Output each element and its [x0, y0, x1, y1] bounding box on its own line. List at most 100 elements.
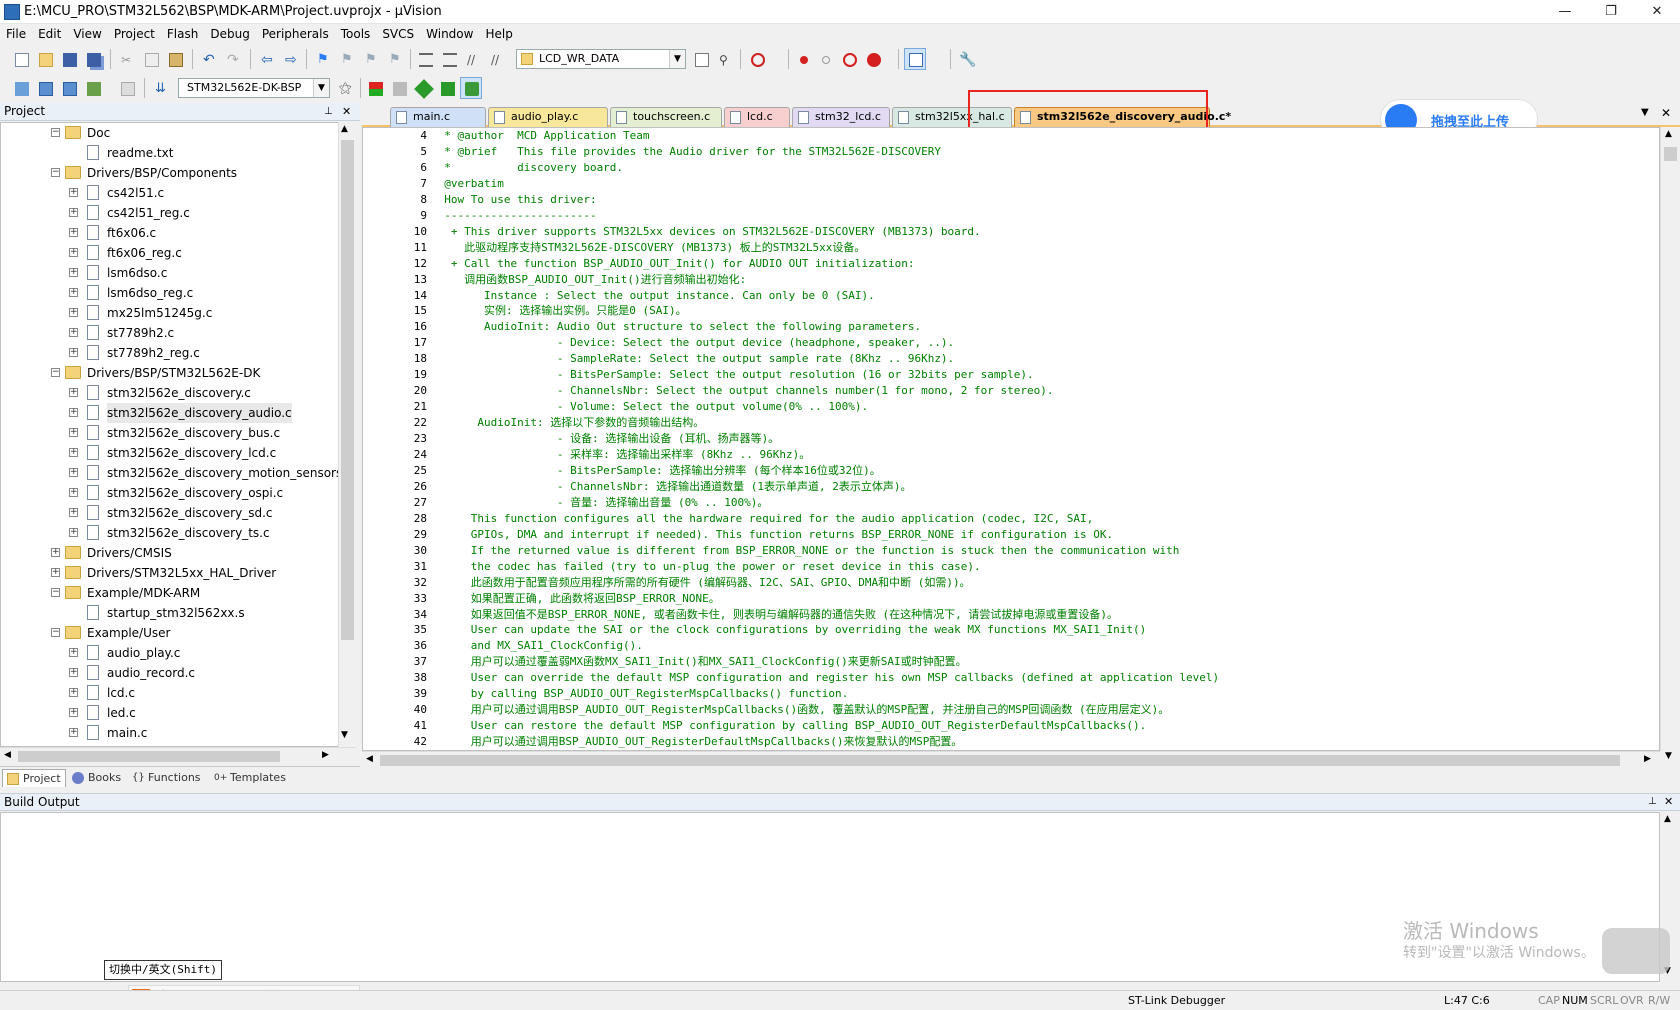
code-line[interactable]: - ChannelsNbr: 选择输出通道数量 (1表示单声道, 2表示立体声)… — [431, 479, 912, 495]
expand-plus-icon[interactable]: + — [69, 248, 78, 257]
collapse-minus-icon[interactable]: − — [51, 628, 60, 637]
close-panel-icon[interactable]: ✕ — [342, 103, 351, 120]
code-line[interactable]: AudioInit: Audio Out structure to select… — [431, 319, 921, 335]
disable-breakpoint-button[interactable] — [814, 48, 836, 70]
tree-folder[interactable]: + Drivers/CMSIS — [1, 543, 337, 563]
manage-rte-button[interactable] — [412, 77, 434, 99]
expand-plus-icon[interactable]: + — [69, 208, 78, 217]
tab-list-dropdown-icon[interactable]: ▼ — [1641, 107, 1649, 118]
tree-file[interactable]: + st7789h2.c — [1, 323, 337, 343]
menu-debug[interactable]: Debug — [204, 24, 255, 44]
code-line[interactable]: the codec has failed (try to un-plug the… — [431, 559, 981, 575]
menu-peripherals[interactable]: Peripherals — [256, 24, 335, 44]
pack-installer-button[interactable] — [436, 77, 458, 99]
expand-plus-icon[interactable]: + — [69, 668, 78, 677]
expand-plus-icon[interactable]: + — [69, 308, 78, 317]
code-line[interactable]: ----------------------- — [431, 208, 596, 224]
tree-file[interactable]: + stm32l562e_discovery_sd.c — [1, 503, 337, 523]
unindent-button[interactable] — [438, 48, 460, 70]
expand-plus-icon[interactable]: + — [69, 348, 78, 357]
editor-tab[interactable]: touchscreen.c — [610, 107, 722, 127]
tree-file[interactable]: + stm32l562e_discovery.c — [1, 383, 337, 403]
editor-horizontal-scrollbar[interactable]: ◀ ▶ — [362, 751, 1660, 769]
editor-tab[interactable]: lcd.c — [724, 107, 790, 127]
expand-plus-icon[interactable]: + — [69, 328, 78, 337]
scroll-up-arrow-icon[interactable]: ▲ — [1664, 814, 1671, 824]
insert-breakpoint-button[interactable] — [792, 48, 814, 70]
find-in-files-button[interactable] — [690, 48, 712, 70]
scroll-down-arrow-icon[interactable]: ▼ — [1665, 751, 1672, 761]
tree-folder[interactable]: + Drivers/STM32L5xx_HAL_Driver — [1, 563, 337, 583]
code-line[interactable]: + Call the function BSP_AUDIO_OUT_Init()… — [431, 256, 915, 272]
configure-button[interactable]: 🔧 — [954, 48, 976, 70]
tree-file[interactable]: + ft6x06.c — [1, 223, 337, 243]
tree-file[interactable]: + stm32l562e_discovery_lcd.c — [1, 443, 337, 463]
scroll-thumb[interactable] — [380, 755, 1620, 766]
code-line[interactable]: by calling BSP_AUDIO_OUT_RegisterMspCall… — [431, 686, 849, 702]
code-line[interactable]: - Device: Select the output device (head… — [431, 335, 954, 351]
close-button[interactable]: ✕ — [1634, 0, 1680, 24]
expand-plus-icon[interactable]: + — [69, 388, 78, 397]
code-line[interactable]: How To use this driver: — [431, 192, 596, 208]
tree-file[interactable]: + lcd.c — [1, 683, 337, 703]
tree-file[interactable]: + main.c — [1, 723, 337, 743]
previous-bookmark-button[interactable]: ⚑ — [336, 48, 358, 70]
tree-file[interactable]: + st7789h2_reg.c — [1, 343, 337, 363]
expand-plus-icon[interactable]: + — [51, 568, 60, 577]
expand-plus-icon[interactable]: + — [69, 688, 78, 697]
collapse-minus-icon[interactable]: − — [51, 368, 60, 377]
tab-project[interactable]: Project — [2, 769, 66, 787]
expand-plus-icon[interactable]: + — [69, 408, 78, 417]
paste-button[interactable] — [164, 48, 186, 70]
disable-all-breakpoints-button[interactable] — [838, 48, 860, 70]
code-line[interactable]: - BitsPerSample: 选择输出分辨率 (每个样本16位或32位)。 — [431, 463, 881, 479]
collapse-minus-icon[interactable]: − — [51, 588, 60, 597]
chevron-down-icon[interactable]: ▼ — [313, 79, 329, 97]
code-line[interactable]: 调用函数BSP_AUDIO_OUT_Init()进行音频输出初始化: — [431, 272, 746, 288]
tree-file[interactable]: + led.c — [1, 703, 337, 723]
code-line[interactable]: This function configures all the hardwar… — [431, 511, 1094, 527]
rebuild-button[interactable] — [58, 77, 80, 99]
scroll-up-arrow-icon[interactable]: ▲ — [1665, 129, 1672, 139]
tab-templates[interactable]: 0+ Templates — [210, 769, 292, 787]
tree-file[interactable]: + stm32l562e_discovery_motion_sensors.c — [1, 463, 341, 483]
tab-books[interactable]: Books — [68, 769, 126, 787]
tree-folder[interactable]: − Drivers/BSP/STM32L562E-DK — [1, 363, 337, 383]
code-line[interactable]: - ChannelsNbr: Select the output channel… — [431, 383, 1054, 399]
code-line[interactable]: GPIOs, DMA and interrupt if needed). Thi… — [431, 527, 1113, 543]
scroll-right-arrow-icon[interactable]: ▶ — [1644, 754, 1651, 764]
tree-file[interactable]: readme.txt — [1, 143, 337, 163]
tree-folder[interactable]: − Example/MDK-ARM — [1, 583, 337, 603]
tree-file[interactable]: + cs42l51_reg.c — [1, 203, 337, 223]
code-line[interactable]: + This driver supports STM32L5xx devices… — [431, 224, 981, 240]
editor-vertical-scrollbar[interactable]: ▲ ▼ — [1660, 127, 1680, 761]
start-debug-button[interactable] — [746, 48, 768, 70]
code-line[interactable]: - BitsPerSample: Select the output resol… — [431, 367, 1034, 383]
menu-view[interactable]: View — [67, 24, 107, 44]
menu-edit[interactable]: Edit — [32, 24, 67, 44]
batch-build-button[interactable] — [82, 77, 104, 99]
tree-file[interactable]: + stm32l562e_discovery_ts.c — [1, 523, 337, 543]
redo-button[interactable]: ↷ — [222, 48, 244, 70]
editor-tab[interactable]: main.c — [390, 107, 486, 127]
chevron-down-icon[interactable]: ▼ — [669, 50, 685, 68]
code-line[interactable]: - SampleRate: Select the output sample r… — [431, 351, 954, 367]
expand-plus-icon[interactable]: + — [69, 528, 78, 537]
stop-build-button[interactable] — [116, 77, 138, 99]
navigate-back-button[interactable]: ⇦ — [256, 48, 278, 70]
expand-plus-icon[interactable]: + — [69, 708, 78, 717]
pin-icon[interactable]: ⊥ — [324, 103, 333, 120]
menu-window[interactable]: Window — [420, 24, 479, 44]
close-tab-icon[interactable]: ✕ — [1661, 106, 1671, 120]
code-line[interactable]: 如果配置正确, 此函数将返回BSP_ERROR_NONE。 — [431, 591, 720, 607]
code-line[interactable]: 用户可以通过调用BSP_AUDIO_OUT_RegisterDefaultMsp… — [431, 734, 963, 750]
code-line[interactable]: 实例: 选择输出实例。只能是0 (SAI)。 — [431, 303, 687, 319]
expand-plus-icon[interactable]: + — [69, 448, 78, 457]
project-tree-vertical-scrollbar[interactable]: ▲ ▼ — [338, 122, 356, 747]
expand-plus-icon[interactable]: + — [69, 268, 78, 277]
expand-plus-icon[interactable]: + — [51, 548, 60, 557]
expand-plus-icon[interactable]: + — [69, 288, 78, 297]
target-combo[interactable]: STM32L562E-DK-BSP ▼ — [178, 78, 330, 98]
copy-button[interactable] — [140, 48, 162, 70]
editor-tab[interactable]: stm32_lcd.c — [792, 107, 890, 127]
